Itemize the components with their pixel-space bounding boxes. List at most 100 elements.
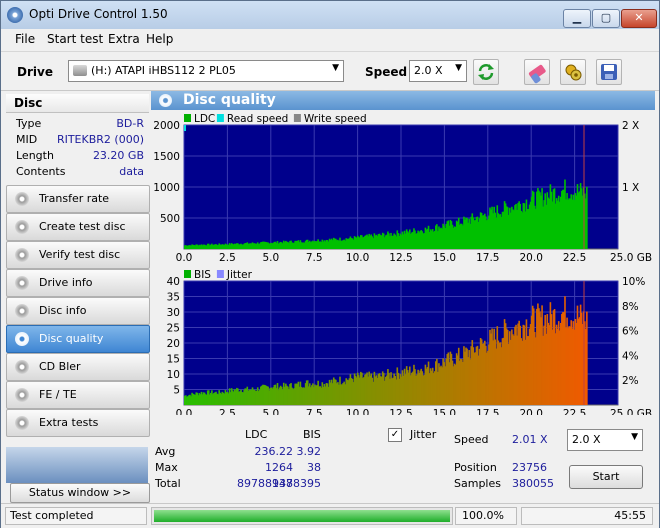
erase-button[interactable] xyxy=(524,59,550,85)
x-tick-label: 17.5 xyxy=(476,252,499,264)
disc-key: MID xyxy=(16,133,38,146)
ldc-bar xyxy=(586,186,588,249)
legend-swatch xyxy=(184,114,191,122)
y2-tick-label: 4% xyxy=(622,350,639,362)
speed-readout-value: 2.01 X xyxy=(512,433,548,446)
minimize-icon: ▁ xyxy=(572,11,582,24)
x-tick-label: 5.0 xyxy=(262,252,279,264)
x-tick-label: 22.5 xyxy=(563,408,586,415)
maximize-button[interactable]: ▢ xyxy=(592,9,620,28)
nav-verify-test-disc[interactable]: Verify test disc xyxy=(6,241,150,269)
elapsed-time: 45:55 xyxy=(614,509,646,522)
app-disc-icon xyxy=(7,7,23,23)
menu-file[interactable]: File xyxy=(15,32,35,46)
disc-icon xyxy=(15,276,29,290)
jitter-checkbox[interactable]: ✓ xyxy=(388,428,402,442)
nav-label: Drive info xyxy=(39,276,93,289)
nav-transfer-rate[interactable]: Transfer rate xyxy=(6,185,150,213)
position-label: Position xyxy=(454,461,497,474)
nav-create-test-disc[interactable]: Create test disc xyxy=(6,213,150,241)
y-tick-label: 30 xyxy=(167,307,180,319)
y-tick-label: 40 xyxy=(167,276,180,288)
samples-value: 380055 xyxy=(512,477,554,490)
nav-fe-te[interactable]: FE / TE xyxy=(6,381,150,409)
y2-tick-label: 1 X xyxy=(622,182,639,194)
speed-readout-label: Speed xyxy=(454,433,489,446)
progress-label-box: 100.0% xyxy=(455,507,517,525)
stats-max-ldc: 1264 xyxy=(265,461,293,474)
stats-avg-label: Avg xyxy=(155,445,176,458)
nav-drive-info[interactable]: Drive info xyxy=(6,269,150,297)
drive-select-value: (H:) ATAPI iHBS112 2 PL05 xyxy=(91,64,236,77)
save-button[interactable] xyxy=(596,59,622,85)
menu-help[interactable]: Help xyxy=(146,32,173,46)
bis-bar xyxy=(586,311,588,405)
start-button[interactable]: Start xyxy=(569,465,643,489)
nav-label: FE / TE xyxy=(39,388,77,401)
nav-disc-quality[interactable]: Disc quality xyxy=(6,325,150,353)
disc-icon xyxy=(15,360,29,374)
nav-label: Create test disc xyxy=(39,220,126,233)
chevron-down-icon: ▼ xyxy=(631,432,638,442)
disc-icon xyxy=(15,304,29,318)
save-icon xyxy=(601,64,617,80)
sidebar-gradient-fill xyxy=(6,447,148,483)
x-tick-label: 5.0 xyxy=(262,408,279,415)
x-tick-label: 15.0 xyxy=(433,408,456,415)
speed-select[interactable]: 2.0 X ▼ xyxy=(409,60,467,82)
status-window-button[interactable]: Status window >> xyxy=(10,483,150,503)
disc-quality-panel: Disc quality 0.0 2.5 5.0 7.5 10.0 12.5 15.0 17.… xyxy=(151,91,655,502)
disc-key: Type xyxy=(16,117,42,130)
nav-label: Extra tests xyxy=(39,416,99,429)
menu-start-test[interactable]: Start test xyxy=(47,32,103,46)
close-icon: ✕ xyxy=(634,11,644,24)
disc-section-header: Disc xyxy=(6,94,149,113)
status-text-box: Test completed xyxy=(5,507,147,525)
progress-label: 100.0% xyxy=(462,509,504,522)
sidebar: Disc Type BD-R MID RITEKBR2 (000) Length 23… xyxy=(6,94,150,483)
y-tick-label: 5 xyxy=(173,385,180,397)
stats-avg-ldc: 236.22 xyxy=(254,445,294,458)
disc-row-contents: Contents data xyxy=(6,164,149,180)
disc-icon xyxy=(15,220,29,234)
position-value: 23756 xyxy=(512,461,547,474)
drive-label: Drive xyxy=(17,65,53,79)
x-tick-label: 12.5 xyxy=(389,408,412,415)
toolbar: Drive (H:) ATAPI iHBS112 2 PL05 ▼ Speed … xyxy=(1,51,659,91)
test-speed-select[interactable]: 2.0 X ▼ xyxy=(567,429,643,451)
disc-icon xyxy=(15,192,29,206)
y-tick-label: 2000 xyxy=(153,120,180,132)
nav-label: Verify test disc xyxy=(39,248,121,261)
y2-tick-label: 10% xyxy=(622,276,645,288)
x-tick-label: 7.5 xyxy=(306,408,323,415)
nav-cd-bler[interactable]: CD Bler xyxy=(6,353,150,381)
disc-value: BD-R xyxy=(116,117,144,130)
stats-total-label: Total xyxy=(155,477,181,490)
y2-tick-label: 2% xyxy=(622,375,639,387)
legend-label: Write speed xyxy=(304,113,367,125)
y-tick-label: 35 xyxy=(167,292,180,304)
nav-disc-info[interactable]: Disc info xyxy=(6,297,150,325)
options-button[interactable] xyxy=(560,59,586,85)
close-button[interactable]: ✕ xyxy=(621,9,657,28)
menu-bar: File Start test Extra Help xyxy=(1,29,659,49)
disc-row-mid: MID RITEKBR2 (000) xyxy=(6,132,149,148)
disc-icon xyxy=(15,388,29,402)
x-tick-label: 10.0 xyxy=(346,408,369,415)
bis-legend: BIS Jitter xyxy=(184,269,253,281)
menu-extra[interactable]: Extra xyxy=(108,32,140,46)
nav-label: CD Bler xyxy=(39,360,81,373)
test-speed-select-value: 2.0 X xyxy=(572,433,601,446)
y-tick-label: 1500 xyxy=(153,151,180,163)
ldc-legend: LDC Read speed Write speed xyxy=(184,113,367,125)
disc-key: Length xyxy=(16,149,54,162)
drive-select[interactable]: (H:) ATAPI iHBS112 2 PL05 ▼ xyxy=(68,60,344,82)
y-tick-label: 500 xyxy=(160,213,180,225)
speed-label: Speed xyxy=(365,65,408,79)
stats-col-bis: BIS xyxy=(303,428,321,441)
nav-extra-tests[interactable]: Extra tests xyxy=(6,409,150,437)
legend-swatch xyxy=(216,270,224,278)
refresh-button[interactable] xyxy=(473,59,499,85)
minimize-button[interactable]: ▁ xyxy=(563,9,591,28)
refresh-icon xyxy=(478,64,494,80)
